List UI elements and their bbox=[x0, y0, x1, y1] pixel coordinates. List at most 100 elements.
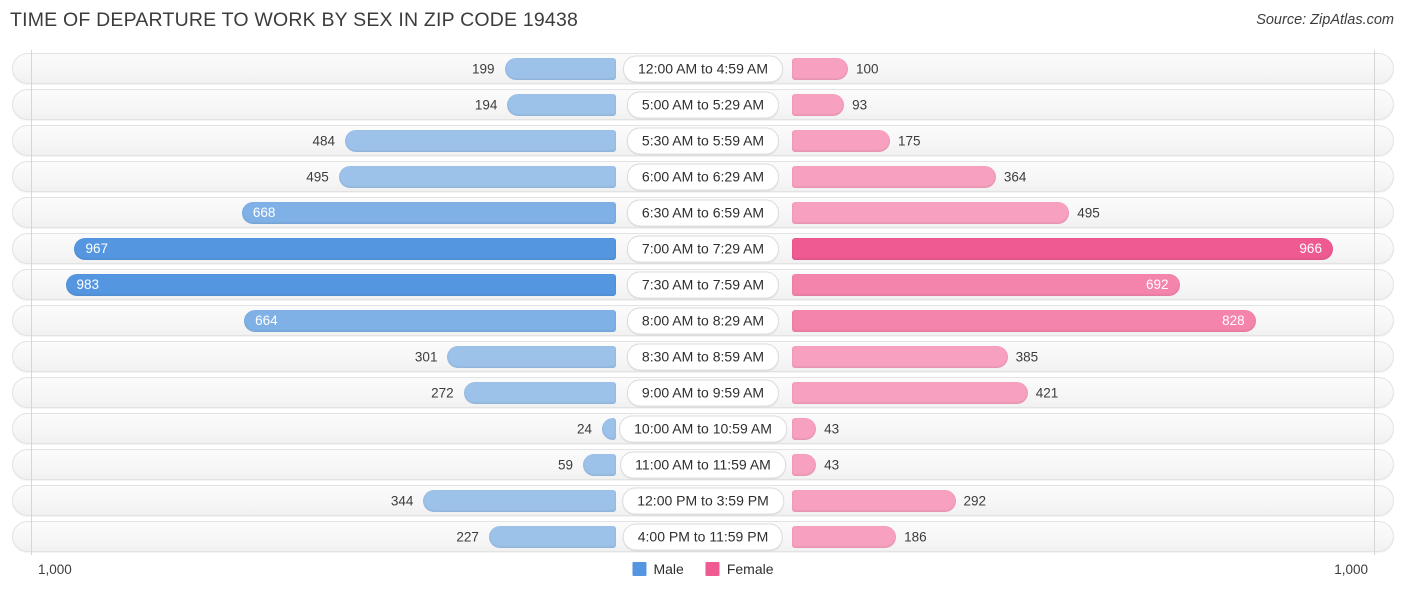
female-bar[interactable]: 692 bbox=[792, 273, 1180, 296]
chart-footer: 1,000 1,000 Male Female bbox=[0, 556, 1406, 595]
female-value-label: 43 bbox=[824, 457, 840, 472]
bar-rail: 24 43 10:00 AM to 10:59 AM bbox=[13, 414, 1393, 443]
bar-rail: 344 292 12:00 PM to 3:59 PM bbox=[13, 486, 1393, 515]
male-bar[interactable] bbox=[338, 165, 616, 188]
bar-rail: 301 385 8:30 AM to 8:59 AM bbox=[13, 342, 1393, 371]
chart-row: 495 364 6:00 AM to 6:29 AM bbox=[12, 161, 1394, 192]
bar-rail: 484 175 5:30 AM to 5:59 AM bbox=[13, 126, 1393, 155]
male-value-label: 344 bbox=[390, 493, 414, 508]
chart-row: 344 292 12:00 PM to 3:59 PM bbox=[12, 485, 1394, 516]
male-value-label: 24 bbox=[576, 421, 592, 436]
female-bar[interactable]: 828 bbox=[792, 309, 1256, 332]
category-label: 7:30 AM to 7:59 AM bbox=[626, 271, 780, 298]
male-value-label: 983 bbox=[76, 277, 100, 292]
male-value-label: 668 bbox=[252, 205, 276, 220]
category-label: 5:30 AM to 5:59 AM bbox=[626, 127, 780, 154]
female-bar[interactable] bbox=[792, 201, 1070, 224]
bar-rail: 272 421 9:00 AM to 9:59 AM bbox=[13, 378, 1393, 407]
female-bar[interactable] bbox=[792, 165, 996, 188]
male-value-label: 272 bbox=[431, 385, 454, 400]
male-bar[interactable] bbox=[423, 489, 616, 512]
female-value-label: 692 bbox=[1145, 277, 1169, 292]
category-label: 5:00 AM to 5:29 AM bbox=[626, 91, 780, 118]
category-label: 6:30 AM to 6:59 AM bbox=[626, 199, 780, 226]
male-value-label: 664 bbox=[255, 313, 278, 328]
male-value-label: 59 bbox=[557, 457, 573, 472]
female-value-label: 364 bbox=[1003, 169, 1027, 184]
male-bar[interactable]: 664 bbox=[244, 309, 616, 332]
legend-label: Female bbox=[726, 561, 774, 577]
female-value-label: 93 bbox=[852, 97, 868, 112]
chart-legend: Male Female bbox=[632, 561, 774, 577]
female-value-label: 43 bbox=[824, 421, 840, 436]
category-label: 9:00 AM to 9:59 AM bbox=[626, 379, 780, 406]
legend-item[interactable]: Male bbox=[632, 561, 684, 577]
male-value-label: 484 bbox=[312, 133, 335, 148]
bar-rail: 194 93 5:00 AM to 5:29 AM bbox=[13, 90, 1393, 119]
female-bar[interactable] bbox=[792, 453, 817, 476]
male-bar[interactable] bbox=[463, 381, 616, 404]
legend-swatch-icon bbox=[632, 562, 647, 576]
female-bar[interactable] bbox=[792, 417, 817, 440]
male-bar[interactable] bbox=[507, 93, 616, 116]
chart-row: 301 385 8:30 AM to 8:59 AM bbox=[12, 341, 1394, 372]
male-bar[interactable] bbox=[504, 57, 616, 80]
female-value-label: 175 bbox=[898, 133, 921, 148]
category-label: 8:00 AM to 8:29 AM bbox=[626, 307, 780, 334]
category-label: 7:00 AM to 7:29 AM bbox=[626, 235, 780, 262]
male-bar[interactable] bbox=[488, 525, 616, 548]
chart-row: 194 93 5:00 AM to 5:29 AM bbox=[12, 89, 1394, 120]
female-value-label: 186 bbox=[904, 529, 927, 544]
axis-max-label-left: 1,000 bbox=[38, 562, 72, 577]
chart-row: 24 43 10:00 AM to 10:59 AM bbox=[12, 413, 1394, 444]
chart-row: 967 966 7:00 AM to 7:29 AM bbox=[12, 233, 1394, 264]
chart-row: 199 100 12:00 AM to 4:59 AM bbox=[12, 53, 1394, 84]
bar-rail: 495 364 6:00 AM to 6:29 AM bbox=[13, 162, 1393, 191]
bar-rail: 199 100 12:00 AM to 4:59 AM bbox=[13, 54, 1393, 83]
female-value-label: 828 bbox=[1222, 313, 1245, 328]
male-value-label: 495 bbox=[306, 169, 329, 184]
category-label: 8:30 AM to 8:59 AM bbox=[626, 343, 780, 370]
male-bar[interactable] bbox=[582, 453, 616, 476]
category-label: 4:00 PM to 11:59 PM bbox=[622, 523, 784, 550]
male-value-label: 227 bbox=[456, 529, 479, 544]
chart-row: 495 668 6:30 AM to 6:59 AM bbox=[12, 197, 1394, 228]
legend-item[interactable]: Female bbox=[705, 561, 774, 577]
chart-row: 59 43 11:00 AM to 11:59 AM bbox=[12, 449, 1394, 480]
category-label: 6:00 AM to 6:29 AM bbox=[626, 163, 780, 190]
female-bar[interactable] bbox=[792, 93, 845, 116]
axis-line-right bbox=[1374, 50, 1375, 555]
female-bar[interactable] bbox=[792, 129, 890, 152]
female-value-label: 495 bbox=[1077, 205, 1100, 220]
male-bar[interactable]: 967 bbox=[74, 237, 616, 260]
male-bar[interactable]: 668 bbox=[241, 201, 616, 224]
female-bar[interactable] bbox=[792, 525, 897, 548]
axis-max-label-right: 1,000 bbox=[1334, 562, 1368, 577]
female-bar[interactable] bbox=[792, 57, 848, 80]
chart-row: 227 186 4:00 PM to 11:59 PM bbox=[12, 521, 1394, 552]
chart-row: 983 692 7:30 AM to 7:59 AM bbox=[12, 269, 1394, 300]
female-value-label: 385 bbox=[1015, 349, 1039, 364]
chart-row: 272 421 9:00 AM to 9:59 AM bbox=[12, 377, 1394, 408]
male-bar[interactable] bbox=[602, 417, 616, 440]
male-bar[interactable] bbox=[344, 129, 616, 152]
chart-plot-area: 199 100 12:00 AM to 4:59 AM 194 93 5:00 AM to… bbox=[0, 50, 1406, 555]
category-label: 10:00 AM to 10:59 AM bbox=[619, 415, 787, 442]
chart-row: 664 828 8:00 AM to 8:29 AM bbox=[12, 305, 1394, 336]
male-bar[interactable] bbox=[447, 345, 616, 368]
male-value-label: 194 bbox=[474, 97, 498, 112]
legend-swatch-icon bbox=[705, 562, 720, 576]
male-value-label: 301 bbox=[414, 349, 438, 364]
female-bar[interactable] bbox=[792, 489, 956, 512]
bar-rail: 495 668 6:30 AM to 6:59 AM bbox=[13, 198, 1393, 227]
female-bar[interactable] bbox=[792, 381, 1028, 404]
bar-rail: 59 43 11:00 AM to 11:59 AM bbox=[13, 450, 1393, 479]
page-title: TIME OF DEPARTURE TO WORK BY SEX IN ZIP … bbox=[10, 9, 579, 31]
female-bar[interactable] bbox=[792, 345, 1008, 368]
female-value-label: 421 bbox=[1035, 385, 1059, 400]
female-value-label: 966 bbox=[1299, 241, 1322, 256]
female-bar[interactable]: 966 bbox=[792, 237, 1333, 260]
source-attribution: Source: ZipAtlas.com bbox=[1256, 12, 1394, 28]
male-bar[interactable]: 983 bbox=[65, 273, 616, 296]
axis-line-left bbox=[31, 50, 32, 555]
